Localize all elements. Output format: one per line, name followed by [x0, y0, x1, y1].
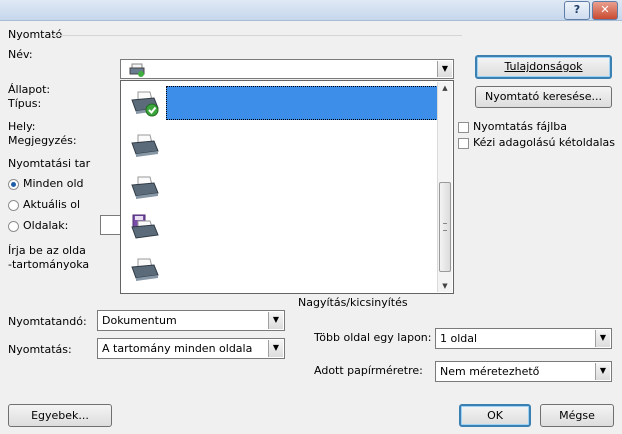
- range-hint-line1: Írja be az olda: [8, 244, 86, 257]
- printer-default-icon: [131, 91, 159, 117]
- printer-small-icon: [129, 63, 145, 77]
- printer-icon: [131, 134, 159, 157]
- scale-combo[interactable]: Nem méretezhető ▼: [435, 361, 612, 382]
- manual-duplex-checkbox[interactable]: Kézi adagolású kétoldalas: [458, 136, 615, 149]
- status-label: Állapot:: [8, 83, 51, 96]
- range-pages-radio[interactable]: Oldalak:: [8, 219, 68, 232]
- where-label: Hely:: [8, 120, 36, 133]
- printer-dropdown-list[interactable]: ▲ ▼: [120, 80, 454, 294]
- print-to-file-label: Nyomtatás fájlba: [473, 120, 567, 133]
- zoom-group-label: Nagyítás/kicsinyítés: [298, 296, 408, 309]
- range-current-radio[interactable]: Aktuális ol: [8, 198, 120, 211]
- fax-printer-icon: [131, 214, 159, 239]
- comment-label: Megjegyzés:: [8, 134, 77, 147]
- printer-icon: [131, 176, 159, 199]
- print-what-value: Dokumentum: [102, 314, 177, 327]
- print-what-combo[interactable]: Dokumentum ▼: [97, 310, 285, 331]
- scroll-down-icon[interactable]: ▼: [438, 282, 452, 290]
- printer-list-item[interactable]: [122, 209, 438, 247]
- find-printer-button[interactable]: Nyomtató keresése...: [475, 86, 612, 108]
- chevron-down-icon[interactable]: ▼: [595, 363, 610, 380]
- close-button[interactable]: ✕: [592, 1, 618, 20]
- printer-list-item[interactable]: [122, 127, 438, 165]
- scrollbar-thumb[interactable]: [439, 182, 451, 272]
- printer-list-item[interactable]: [122, 251, 438, 289]
- printer-list-item[interactable]: [122, 84, 438, 122]
- options-button[interactable]: Egyebek...: [8, 404, 112, 427]
- cancel-button[interactable]: Mégse: [540, 404, 614, 427]
- printer-group-divider: [52, 35, 462, 36]
- chevron-down-icon[interactable]: ▼: [268, 340, 283, 357]
- printer-list-item[interactable]: [122, 169, 438, 207]
- range-hint-line2: -tartományoka: [8, 258, 90, 271]
- scroll-up-icon[interactable]: ▲: [438, 84, 452, 92]
- print-scope-label: Nyomtatás:: [8, 343, 72, 356]
- range-all-radio-dot[interactable]: [8, 178, 19, 190]
- pages-per-sheet-label: Több oldal egy lapon:: [314, 331, 432, 344]
- print-scope-value: A tartomány minden oldala: [102, 342, 253, 355]
- printer-name-label: Név:: [8, 48, 33, 61]
- range-current-radio-dot[interactable]: [8, 199, 19, 211]
- print-to-file-checkbox[interactable]: Nyomtatás fájlba: [458, 120, 567, 133]
- ok-button[interactable]: OK: [459, 404, 531, 427]
- page-range-group-label: Nyomtatási tar: [8, 157, 91, 170]
- scale-value: Nem méretezhető: [440, 365, 540, 378]
- pages-per-sheet-value: 1 oldal: [440, 332, 478, 345]
- range-all-radio[interactable]: Minden old: [8, 177, 120, 190]
- grip-icon: [443, 223, 447, 231]
- range-current-label: Aktuális ol: [23, 198, 81, 211]
- manual-duplex-box[interactable]: [458, 137, 469, 149]
- scale-label: Adott papírméretre:: [314, 364, 423, 377]
- list-scrollbar[interactable]: ▲ ▼: [437, 82, 452, 292]
- selection-highlight: [166, 86, 438, 120]
- chevron-down-icon[interactable]: ▼: [268, 312, 283, 329]
- printer-name-combo[interactable]: ▼: [120, 59, 454, 79]
- help-button[interactable]: ?: [564, 1, 590, 20]
- print-scope-combo[interactable]: A tartomány minden oldala ▼: [97, 338, 285, 359]
- type-label: Típus:: [8, 97, 42, 110]
- print-to-file-box[interactable]: [458, 121, 469, 133]
- printer-icon: [131, 258, 159, 281]
- pages-input[interactable]: [100, 215, 120, 235]
- range-all-label: Minden old: [23, 177, 84, 190]
- chevron-down-icon[interactable]: ▼: [595, 330, 610, 347]
- range-pages-label: Oldalak:: [23, 219, 69, 232]
- pages-per-sheet-combo[interactable]: 1 oldal ▼: [435, 328, 612, 349]
- range-pages-radio-dot[interactable]: [8, 220, 19, 232]
- manual-duplex-label: Kézi adagolású kétoldalas: [473, 136, 616, 149]
- title-bar: ? ✕: [0, 0, 622, 21]
- chevron-down-icon[interactable]: ▼: [437, 61, 452, 77]
- print-what-label: Nyomtatandó:: [8, 315, 87, 328]
- properties-button[interactable]: Tulajdonságok: [475, 55, 612, 79]
